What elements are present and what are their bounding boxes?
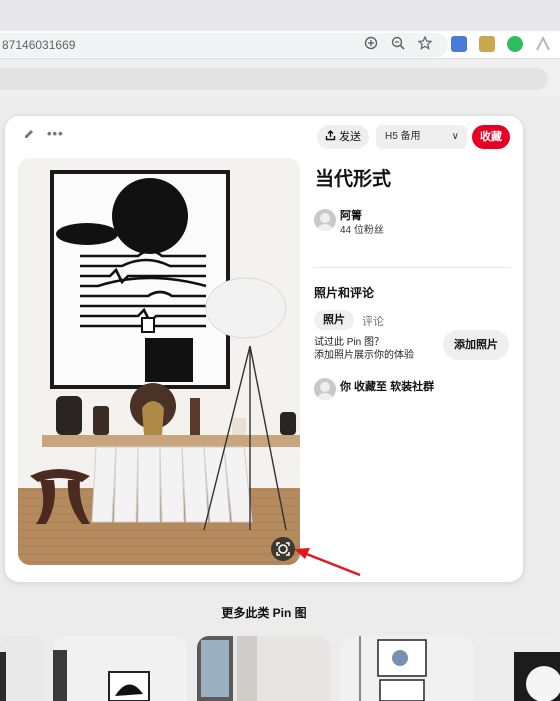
share-experience-text: 添加照片展示你的体验 bbox=[314, 350, 414, 361]
related-pin-thumbnail[interactable] bbox=[197, 636, 330, 701]
annotation-arrow bbox=[294, 548, 361, 577]
evernote-extension-icon[interactable] bbox=[507, 36, 523, 52]
divider bbox=[313, 267, 511, 268]
related-pin-thumbnail[interactable] bbox=[53, 636, 187, 701]
star-icon[interactable] bbox=[417, 35, 433, 52]
browser-tab-strip bbox=[0, 0, 560, 30]
address-bar[interactable]: 87146031669 bbox=[0, 33, 448, 57]
pin-closeup-card: ••• 发送 H5 备用 ∨ 收藏 当代形式 阿箐 44 位粉丝 照片和评论 照… bbox=[5, 116, 523, 582]
add-photo-button[interactable]: 添加照片 bbox=[443, 330, 509, 360]
page-header-bar bbox=[0, 60, 560, 96]
tab-photos[interactable]: 照片 bbox=[314, 310, 354, 330]
saved-to-board-text: 你 收藏至 软装社群 bbox=[340, 381, 435, 393]
url-text: 87146031669 bbox=[2, 38, 76, 52]
ellipsis-icon[interactable]: ••• bbox=[47, 126, 64, 141]
author-followers: 44 位粉丝 bbox=[340, 225, 384, 236]
pin-title: 当代形式 bbox=[315, 169, 392, 190]
share-icon bbox=[325, 130, 336, 141]
more-pins-heading: 更多此类 Pin 图 bbox=[221, 606, 307, 620]
magnify-icon[interactable] bbox=[390, 36, 406, 52]
pencil-icon[interactable] bbox=[23, 128, 35, 143]
save-button[interactable]: 收藏 bbox=[472, 125, 510, 149]
browser-toolbar: 87146031669 bbox=[0, 31, 560, 59]
board-select[interactable]: H5 备用 ∨ bbox=[376, 125, 467, 149]
chevron-down-icon: ∨ bbox=[451, 131, 459, 142]
image-extension-icon[interactable] bbox=[479, 36, 495, 52]
related-pin-thumbnail[interactable] bbox=[484, 636, 560, 701]
search-bar[interactable] bbox=[0, 68, 548, 90]
zoom-in-icon[interactable] bbox=[363, 36, 379, 52]
extension-icon[interactable] bbox=[535, 35, 551, 52]
pin-image[interactable] bbox=[18, 158, 300, 565]
related-pin-thumbnail[interactable] bbox=[340, 636, 474, 701]
board-select-value: H5 备用 bbox=[385, 131, 421, 142]
related-pin-thumbnail[interactable] bbox=[0, 636, 43, 701]
send-button[interactable]: 发送 bbox=[317, 125, 369, 149]
send-label: 发送 bbox=[339, 131, 362, 143]
translate-extension-icon[interactable] bbox=[451, 36, 467, 52]
author-avatar[interactable] bbox=[314, 209, 336, 231]
user-avatar[interactable] bbox=[314, 378, 336, 400]
tab-comments[interactable]: 评论 bbox=[362, 313, 384, 329]
photos-comments-heading: 照片和评论 bbox=[314, 286, 375, 300]
